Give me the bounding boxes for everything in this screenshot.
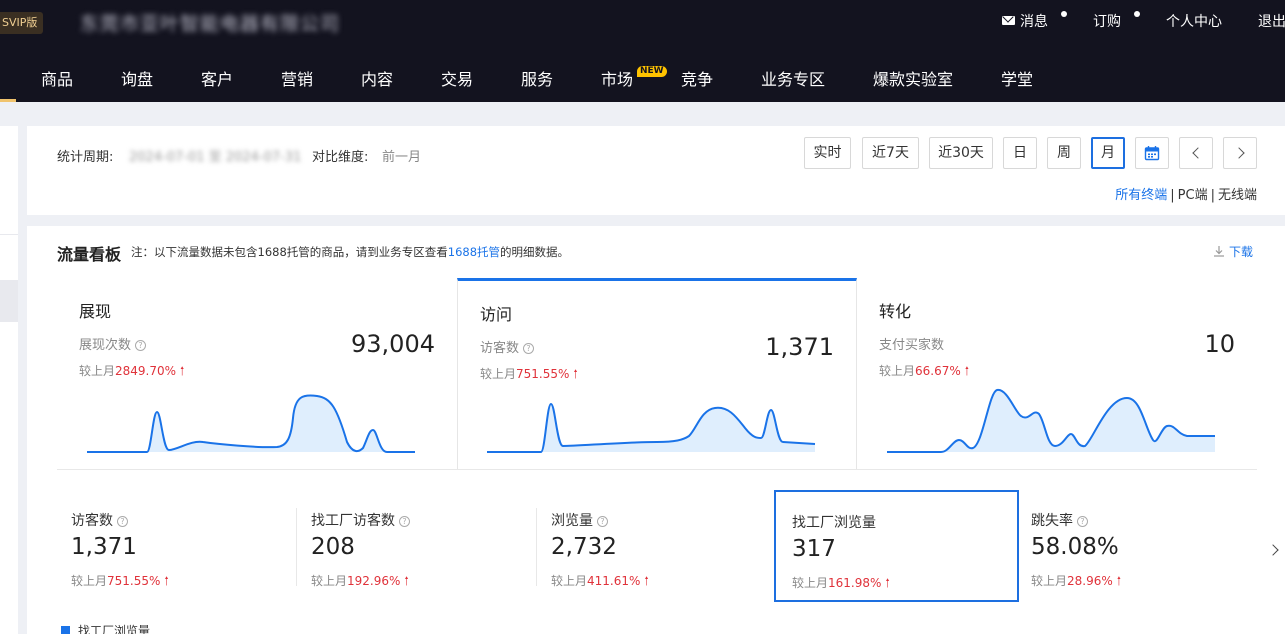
calendar-icon	[1144, 146, 1160, 161]
nav-customers[interactable]: 客户	[201, 66, 233, 90]
metric-factory-pageviews[interactable]: 找工厂浏览量 317 较上月161.98% 🠑	[774, 490, 1019, 602]
nav-academy[interactable]: 学堂	[1001, 66, 1033, 90]
metric-pageviews[interactable]: 浏览量? 2,732 较上月411.61% 🠑	[535, 490, 775, 602]
nav-market[interactable]: 市场	[601, 66, 633, 90]
help-icon[interactable]: ?	[399, 516, 410, 527]
week-button[interactable]: 周	[1047, 137, 1081, 169]
up-arrow-icon: 🠑	[404, 574, 409, 588]
profile-link[interactable]: 个人中心	[1166, 11, 1222, 31]
message-dot	[1061, 11, 1067, 17]
metric-value: 317	[792, 536, 836, 562]
card-visits[interactable]: 访问 访客数? 1,371 较上月751.55% 🠑	[457, 278, 857, 470]
nav-products[interactable]: 商品	[41, 66, 73, 90]
card-impressions[interactable]: 展现 展现次数? 93,004 较上月2849.70% 🠑	[57, 278, 457, 470]
terminal-all[interactable]: 所有终端	[1115, 188, 1167, 203]
period-label: 统计周期:	[57, 150, 114, 165]
chevron-right-icon	[1267, 544, 1279, 556]
metric-title: 跳失率?	[1031, 510, 1088, 530]
hosted-link[interactable]: 1688托管	[448, 245, 500, 259]
sidebar-divider	[0, 234, 18, 235]
last-7-days-button[interactable]: 近7天	[862, 137, 919, 169]
visits-sparkline	[487, 402, 816, 453]
prev-period-button[interactable]	[1179, 137, 1213, 169]
metric-compare: 较上月411.61% 🠑	[551, 574, 649, 588]
impressions-sparkline	[87, 394, 415, 453]
nav-hot-lab[interactable]: 爆款实验室	[873, 66, 953, 90]
cards-divider	[57, 469, 1257, 470]
day-button[interactable]: 日	[1003, 137, 1037, 169]
nav-trade[interactable]: 交易	[441, 66, 473, 90]
metric-value: 208	[311, 534, 355, 560]
metric-title: 找工厂浏览量	[792, 515, 876, 531]
mail-icon	[1002, 16, 1015, 25]
chart-legend: 找工厂浏览量	[61, 622, 150, 634]
up-arrow-icon: 🠑	[644, 574, 649, 588]
chevron-left-icon	[1191, 147, 1204, 159]
metric-bounce-rate[interactable]: 跳失率? 58.08% 较上月28.96% 🠑	[1015, 490, 1255, 602]
top-links: 消息 订购 个人中心 退出	[0, 11, 1285, 31]
chevron-right-icon	[1232, 147, 1245, 159]
nav-inquiry[interactable]: 询盘	[121, 66, 153, 90]
metric-value: 2,732	[551, 534, 617, 560]
help-icon[interactable]: ?	[117, 516, 128, 527]
metric-compare: 较上月751.55% 🠑	[71, 574, 169, 588]
metrics-next-button[interactable]	[1267, 538, 1279, 559]
download-icon	[1213, 246, 1224, 257]
metric-compare: 较上月161.98% 🠑	[792, 576, 890, 590]
nav-content[interactable]: 内容	[361, 66, 393, 90]
up-arrow-icon: 🠑	[885, 576, 890, 590]
nav-service[interactable]: 服务	[521, 66, 553, 90]
top-header: SVIP版 东莞市亚叶智能电器有限公司 消息 订购 个人中心 退出 商品 询盘 …	[0, 0, 1285, 102]
help-icon[interactable]: ?	[597, 516, 608, 527]
metric-visitors[interactable]: 访客数? 1,371 较上月751.55% 🠑	[55, 490, 295, 602]
compare-label: 对比维度:	[312, 150, 369, 165]
new-badge: NEW	[637, 66, 667, 77]
filter-panel: 统计周期: 2024-07-01 至 2024-07-31 对比维度: 前一月 …	[27, 126, 1285, 215]
month-button[interactable]: 月	[1091, 137, 1125, 169]
nav-business-zone[interactable]: 业务专区	[761, 66, 825, 90]
realtime-button[interactable]: 实时	[804, 137, 851, 169]
metric-compare: 较上月192.96% 🠑	[311, 574, 409, 588]
metric-factory-visitors[interactable]: 找工厂访客数? 208 较上月192.96% 🠑	[295, 490, 535, 602]
terminal-mobile[interactable]: 无线端	[1218, 188, 1257, 203]
metric-value: 1,371	[71, 534, 137, 560]
next-period-button[interactable]	[1223, 137, 1257, 169]
main-nav: 商品 询盘 客户 营销 内容 交易 服务 市场 竞争 业务专区 爆款实验室 学堂	[0, 52, 1285, 102]
terminal-pc[interactable]: PC端	[1178, 188, 1208, 203]
calendar-button[interactable]	[1135, 137, 1169, 169]
last-30-days-button[interactable]: 近30天	[929, 137, 993, 169]
nav-marketing[interactable]: 营销	[281, 66, 313, 90]
legend-swatch	[61, 626, 70, 634]
metric-title: 找工厂访客数?	[311, 510, 410, 530]
metric-title: 浏览量?	[551, 510, 608, 530]
compare-value: 前一月	[382, 150, 422, 165]
left-sidebar	[0, 126, 18, 634]
dashboard-note: 注：以下流量数据未包含1688托管的商品，请到业务专区查看1688托管的明细数据…	[131, 245, 570, 259]
active-nav-indicator	[0, 99, 16, 102]
metric-compare: 较上月28.96% 🠑	[1031, 574, 1122, 588]
orders-dot	[1134, 11, 1140, 17]
metric-title: 访客数?	[71, 510, 128, 530]
dashboard-title: 流量看板	[57, 245, 122, 264]
download-button[interactable]: 下载	[1213, 243, 1253, 260]
period-value: 2024-07-01 至 2024-07-31	[129, 150, 302, 165]
nav-competition[interactable]: 竞争	[681, 66, 713, 90]
messages-link[interactable]: 消息	[1002, 11, 1048, 31]
terminal-switch: 所有终端 | PC端 | 无线端	[1115, 188, 1257, 203]
traffic-dashboard: 流量看板 注：以下流量数据未包含1688托管的商品，请到业务专区查看1688托管…	[27, 226, 1285, 634]
logout-link[interactable]: 退出	[1258, 11, 1285, 31]
orders-link[interactable]: 订购	[1093, 11, 1121, 31]
card-conversion[interactable]: 转化 支付买家数 10 较上月66.67% 🠑	[857, 278, 1257, 470]
up-arrow-icon: 🠑	[1116, 574, 1122, 588]
sidebar-selected-item[interactable]	[0, 280, 18, 322]
up-arrow-icon: 🠑	[164, 574, 169, 588]
metric-value: 58.08%	[1031, 534, 1119, 560]
help-icon[interactable]: ?	[1077, 516, 1088, 527]
conversion-sparkline	[887, 388, 1215, 453]
